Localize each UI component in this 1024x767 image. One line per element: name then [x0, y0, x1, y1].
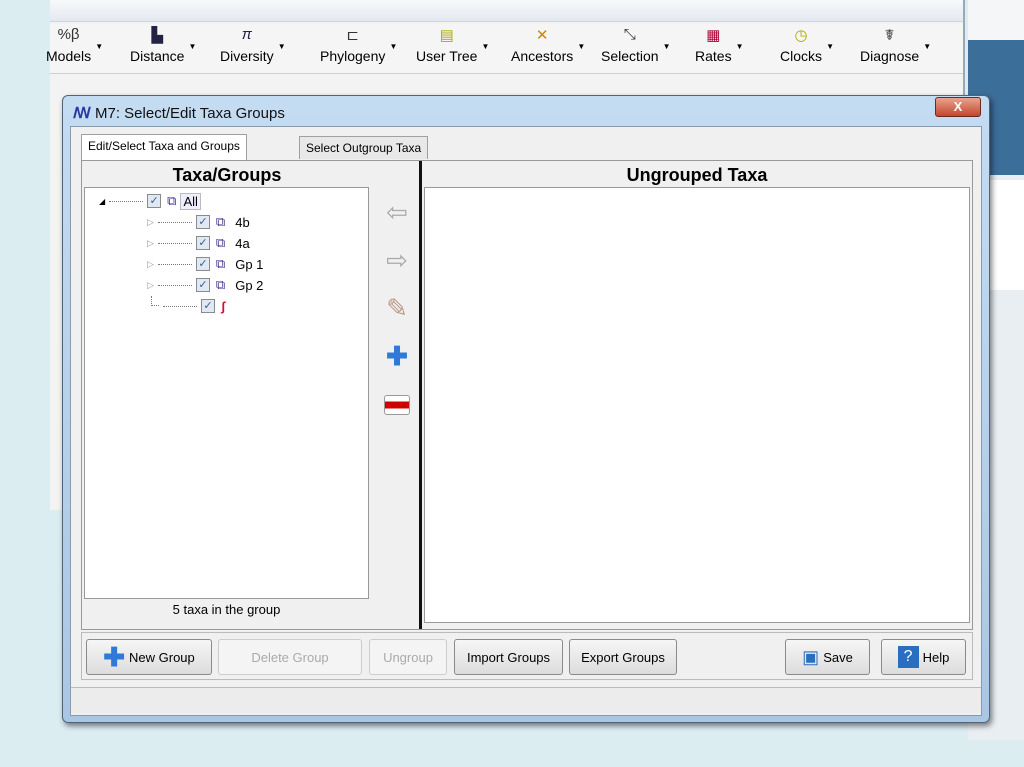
tree-node[interactable]: ▷ ✓ ⧉ Gp 2: [147, 276, 263, 294]
tree-icon: ⊏: [346, 27, 359, 44]
ancestors-icon: ✕: [535, 27, 549, 44]
dialog-title: ꟿ M7: Select/Edit Taxa Groups: [73, 105, 285, 122]
plus-icon: ✚: [103, 641, 126, 672]
move-left-button[interactable]: ⇦: [380, 197, 414, 229]
ungroup-button[interactable]: Ungroup: [369, 639, 447, 675]
import-groups-button[interactable]: Import Groups: [454, 639, 563, 675]
tree-node[interactable]: ▷ ✓ ⧉ Gp 1: [147, 255, 263, 273]
button-bar: ✚ New Group Delete Group Ungroup Import G…: [81, 632, 973, 680]
pi-icon: π: [241, 26, 252, 43]
checkbox[interactable]: ✓: [147, 194, 162, 208]
dialog-client: Edit/Select Taxa and Groups Select Outgr…: [70, 126, 982, 716]
tab-edit-select[interactable]: Edit/Select Taxa and Groups: [81, 134, 247, 160]
toolbar-diversity[interactable]: π Diversity ▼: [220, 26, 286, 64]
checkbox[interactable]: ✓: [195, 215, 210, 229]
checkbox[interactable]: ✓: [195, 236, 210, 250]
status-bar: [71, 687, 981, 713]
group-icon: ⧉: [215, 277, 226, 292]
move-right-button[interactable]: ⇨: [380, 245, 414, 277]
rates-icon: ▦: [706, 27, 721, 44]
edit-button[interactable]: ✎: [380, 293, 414, 325]
group-icon: ⧉: [167, 193, 177, 208]
app-title-band: [50, 0, 963, 22]
group-icon: ⧉: [215, 235, 226, 250]
caduceus-icon: ☤: [884, 27, 895, 44]
toolbar-models[interactable]: %β Models ▼: [46, 26, 103, 64]
group-icon: ⧉: [215, 256, 226, 271]
taxa-count: 5 taxa in the group: [172, 602, 281, 617]
user-tree-icon: ▤: [439, 27, 454, 44]
ungrouped-taxa-list[interactable]: [424, 187, 970, 623]
toolbar-user-tree[interactable]: ▤ User Tree ▼: [416, 26, 489, 64]
toolbar-distance[interactable]: ▙ Distance ▼: [130, 26, 196, 64]
taxon-icon: ʃ: [221, 298, 226, 314]
toolbar-ancestors[interactable]: ✕ Ancestors ▼: [511, 26, 585, 64]
clock-icon: ◷: [794, 27, 808, 44]
help-icon: ?: [897, 646, 919, 668]
tab-pane: Taxa/Groups ◢ ✓ ⧉ All ▷ ✓ ⧉ 4b ▷ ✓ ⧉ 4a ▷ ✓ ⧉ Gp 1 ▷…: [81, 160, 973, 630]
checkbox[interactable]: ✓: [195, 278, 210, 292]
new-group-button[interactable]: ✚ New Group: [86, 639, 212, 675]
tree-node-taxon[interactable]: ✓ ʃ: [151, 296, 226, 315]
ungrouped-header: Ungrouped Taxa: [626, 165, 768, 185]
taxa-tree[interactable]: ◢ ✓ ⧉ All ▷ ✓ ⧉ 4b ▷ ✓ ⧉ 4a ▷ ✓ ⧉ Gp 1 ▷ ✓ ⧉ Gp 2 ✓ ʃ: [84, 187, 369, 599]
mega-logo-icon: ꟿ: [73, 105, 91, 122]
distance-icon: ▙: [151, 27, 163, 44]
main-toolbar: %β Models ▼ ▙ Distance ▼ π Diversity ▼ ⊏ Phylog…: [46, 24, 963, 74]
toolbar-phylogeny[interactable]: ⊏ Phylogeny ▼: [320, 26, 397, 64]
selection-icon: ⤡: [623, 26, 636, 43]
export-groups-button[interactable]: Export Groups: [569, 639, 677, 675]
save-button[interactable]: ▣ Save: [785, 639, 870, 675]
move-buttons: ⇦ ⇨ ✎ ✚: [374, 161, 420, 629]
toolbar-rates[interactable]: ▦ Rates ▼: [695, 26, 744, 64]
close-button[interactable]: X: [935, 97, 981, 117]
taxa-groups-dialog: ꟿ M7: Select/Edit Taxa Groups X Edit/Sele…: [62, 95, 990, 723]
tree-node[interactable]: ▷ ✓ ⧉ 4a: [147, 234, 250, 252]
tab-outgroup[interactable]: Select Outgroup Taxa: [299, 136, 429, 159]
splitter[interactable]: [419, 161, 422, 629]
delete-group-button[interactable]: Delete Group: [218, 639, 362, 675]
help-button[interactable]: ? Help: [881, 639, 966, 675]
checkbox[interactable]: ✓: [201, 299, 215, 313]
toolbar-clocks[interactable]: ◷ Clocks ▼: [780, 26, 834, 64]
checkbox[interactable]: ✓: [195, 257, 210, 271]
models-icon: %β: [57, 26, 80, 43]
group-icon: ⧉: [215, 214, 226, 229]
tree-node-all[interactable]: ◢ ✓ ⧉ All: [99, 192, 201, 210]
remove-group-icon-button[interactable]: [380, 389, 414, 421]
taxa-groups-header: Taxa/Groups: [172, 165, 282, 185]
add-group-icon-button[interactable]: ✚: [380, 341, 414, 373]
toolbar-selection[interactable]: ⤡ Selection ▼: [601, 26, 671, 64]
tree-node[interactable]: ▷ ✓ ⧉ 4b: [147, 213, 250, 231]
save-icon: ▣: [802, 646, 820, 667]
toolbar-diagnose[interactable]: ☤ Diagnose ▼: [860, 26, 931, 64]
